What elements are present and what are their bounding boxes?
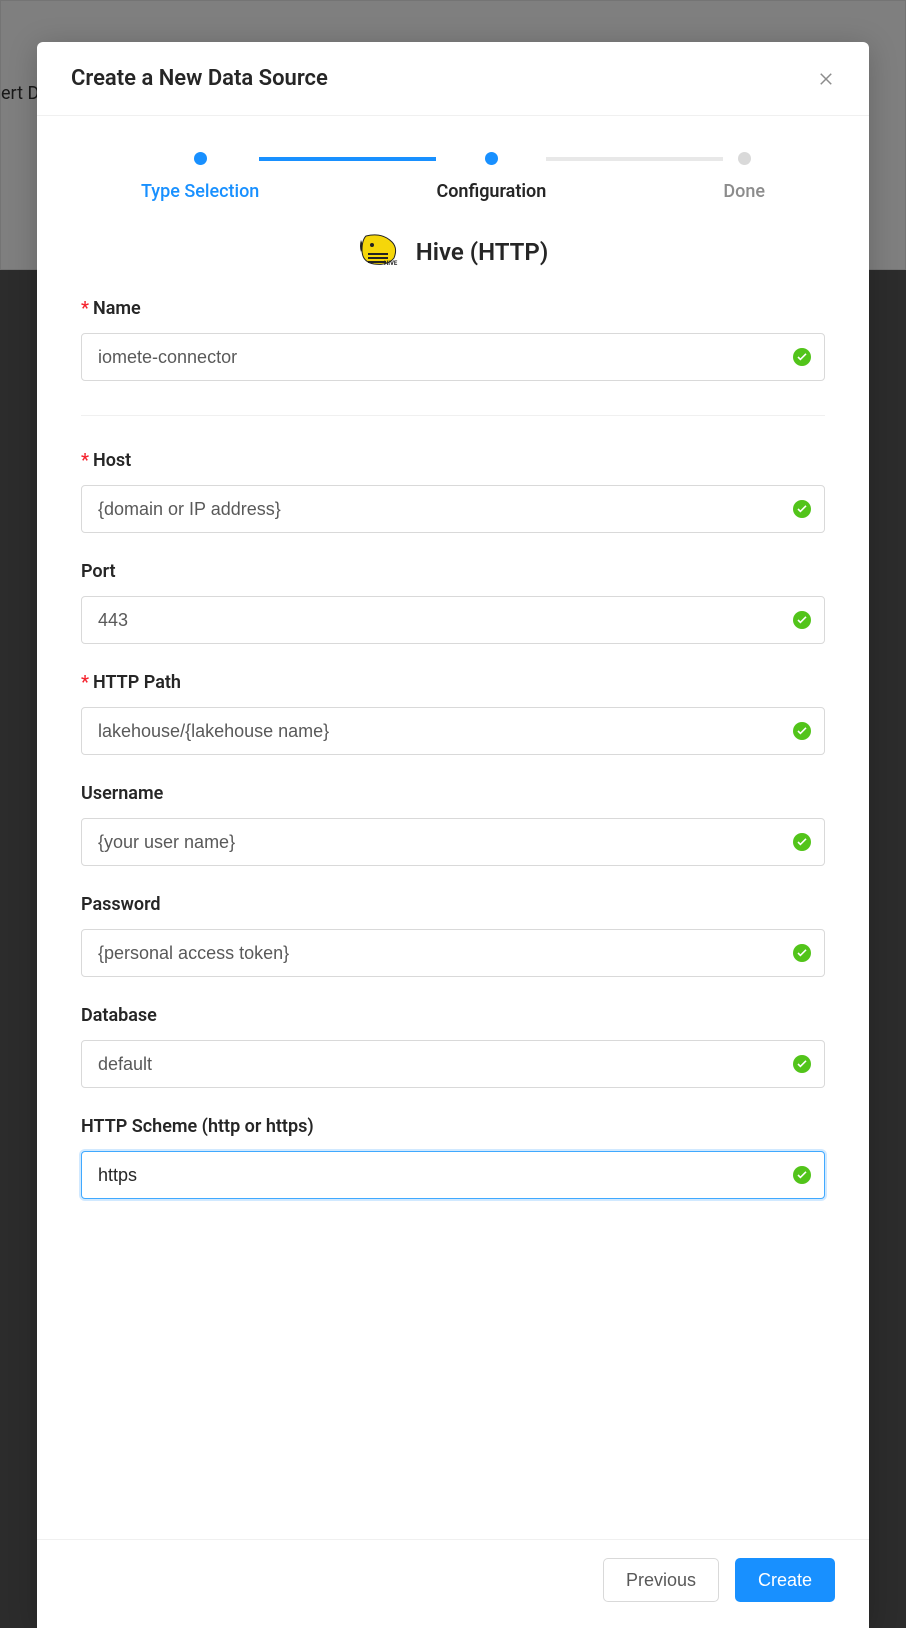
field-label-http-scheme: HTTP Scheme (http or https) (81, 1116, 825, 1137)
step-dot-icon (194, 152, 207, 165)
step-connector (546, 157, 723, 161)
data-source-heading: HIVE Hive (HTTP) (81, 234, 825, 270)
username-input[interactable] (81, 818, 825, 866)
host-input[interactable] (81, 485, 825, 533)
modal-header: Create a New Data Source (37, 42, 869, 116)
data-source-title: Hive (HTTP) (416, 238, 548, 266)
label-text: Username (81, 783, 163, 804)
check-icon (793, 348, 811, 366)
step-label: Done (723, 181, 765, 202)
check-icon (793, 611, 811, 629)
create-button[interactable]: Create (735, 1558, 835, 1602)
field-label-port: Port (81, 561, 825, 582)
database-input[interactable] (81, 1040, 825, 1088)
check-icon (793, 944, 811, 962)
field-port: Port (81, 561, 825, 644)
label-text: HTTP Scheme (http or https) (81, 1116, 314, 1137)
label-text: Port (81, 561, 116, 582)
name-input[interactable] (81, 333, 825, 381)
http-path-input[interactable] (81, 707, 825, 755)
field-label-database: Database (81, 1005, 825, 1026)
field-http-scheme: HTTP Scheme (http or https) (81, 1116, 825, 1199)
step-label: Configuration (436, 181, 546, 202)
check-icon (793, 500, 811, 518)
field-label-http-path: *HTTP Path (81, 672, 825, 693)
check-icon (793, 833, 811, 851)
modal-title: Create a New Data Source (71, 66, 328, 91)
label-text: HTTP Path (93, 672, 181, 693)
label-text: Host (93, 450, 131, 471)
http-scheme-input[interactable] (81, 1151, 825, 1199)
field-database: Database (81, 1005, 825, 1088)
stepper: Type Selection Configuration Done (141, 152, 765, 202)
previous-button[interactable]: Previous (603, 1558, 719, 1602)
field-password: Password (81, 894, 825, 977)
label-text: Password (81, 894, 161, 915)
hive-icon: HIVE (358, 234, 400, 270)
field-name: *Name (81, 298, 825, 416)
field-label-name: *Name (81, 298, 825, 319)
step-dot-icon (485, 152, 498, 165)
label-text: Database (81, 1005, 157, 1026)
field-username: Username (81, 783, 825, 866)
step-label: Type Selection (141, 181, 259, 202)
step-configuration: Configuration (436, 152, 546, 202)
modal-footer: Previous Create (37, 1539, 869, 1628)
svg-text:HIVE: HIVE (384, 260, 398, 266)
modal-body: Type Selection Configuration Done HI (37, 116, 869, 1539)
create-data-source-modal: Create a New Data Source Type Selection … (37, 42, 869, 1628)
step-dot-icon (738, 152, 751, 165)
check-icon (793, 1055, 811, 1073)
check-icon (793, 1166, 811, 1184)
field-label-host: *Host (81, 450, 825, 471)
step-done: Done (723, 152, 765, 202)
step-connector (259, 157, 436, 161)
field-host: *Host (81, 450, 825, 533)
check-icon (793, 722, 811, 740)
password-input[interactable] (81, 929, 825, 977)
field-http-path: *HTTP Path (81, 672, 825, 755)
close-icon[interactable] (817, 70, 835, 88)
step-type-selection[interactable]: Type Selection (141, 152, 259, 202)
field-label-password: Password (81, 894, 825, 915)
field-label-username: Username (81, 783, 825, 804)
label-text: Name (93, 298, 141, 319)
port-input[interactable] (81, 596, 825, 644)
